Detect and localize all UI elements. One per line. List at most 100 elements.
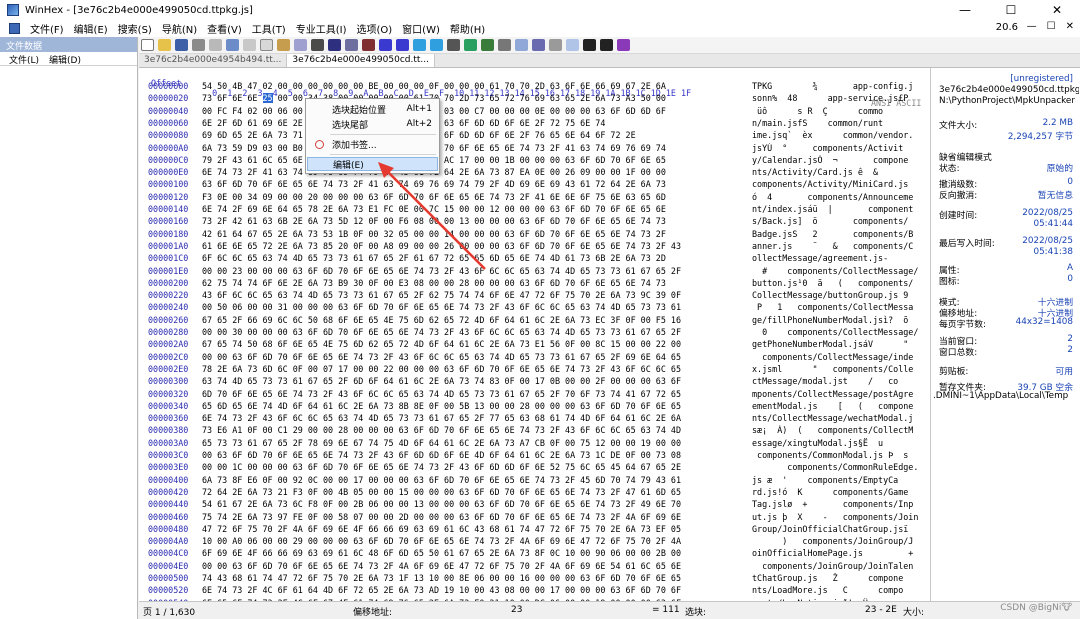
hex-row[interactable]: 00000320 6D 70 6F 6E 65 6E 74 73 2F 43 6F…	[139, 389, 930, 402]
hex-row[interactable]: 00000300 63 74 4D 65 73 73 61 67 65 2F 6D…	[139, 376, 930, 389]
hex-row[interactable]: 00000000 54 50 4B 47 02 00 00 00 00 00 00…	[139, 81, 930, 94]
menu-help[interactable]: 帮助(H)	[445, 21, 490, 36]
hex-row[interactable]: 00000240 00 50 06 00 00 31 00 00 00 63 6F…	[139, 302, 930, 315]
hex-row[interactable]: 00000480 47 72 6F 75 70 2F 4A 6F 69 6E 4F…	[139, 524, 930, 537]
row-hex-bytes[interactable]: 65 6D 65 6E 74 4D 6F 64 61 6C 2E 6A 73 8…	[202, 401, 681, 411]
hex-row[interactable]: 00000520 6E 74 73 2F 4C 6F 61 64 4D 6F 72…	[139, 585, 930, 598]
hex-row[interactable]: 000004E0 00 00 63 6F 6D 70 6F 6E 65 6E 74…	[139, 561, 930, 574]
hex-row[interactable]: 000000606E 2F 6D 61 69 6E 2E 6A 73 66 53…	[139, 118, 930, 131]
row-ascii[interactable]: ó 4 components/Announceme	[752, 192, 928, 202]
calculator-icon[interactable]	[481, 39, 494, 51]
row-ascii[interactable]: ge/fillPhoneNumberModal.jsì? õ	[752, 315, 928, 325]
row-ascii[interactable]: sæ¡ Á) ( components/CollectM	[752, 425, 928, 435]
row-hex-bytes[interactable]: 74 43 68 61 74 47 72 6F 75 70 2E 6A 73 1…	[202, 573, 681, 583]
hex-row[interactable]: 00000360 6E 74 73 2F 43 6F 6C 6C 65 63 74…	[139, 413, 930, 426]
view-grid-icon[interactable]	[566, 39, 579, 51]
row-ascii[interactable]: components/CollectMessage/inde	[752, 352, 928, 362]
row-ascii[interactable]: essage/xingtuModal.js§Ë u	[752, 438, 928, 448]
row-ascii[interactable]: üô s R Ç commo	[752, 106, 928, 116]
menu-item-edit[interactable]: 编辑(E)	[307, 157, 438, 171]
row-ascii[interactable]: ollectMessage/agreement.js-	[752, 253, 928, 263]
row-hex-bytes[interactable]: 78 2E 6A 73 6D 6C 0F 00 07 17 00 00 22 0…	[202, 364, 681, 374]
find-text-icon[interactable]	[311, 39, 324, 51]
row-ascii[interactable]: nts/LoadMore.js­ C compo	[752, 585, 928, 595]
hex-row[interactable]: 000001E0 00 00 23 00 00 00 63 6F 6D 70 6F…	[139, 266, 930, 279]
row-ascii[interactable]: Group/JoinOfficialChatGroup.jsï	[752, 524, 928, 534]
hex-row[interactable]: 00000140 6E 74 2F 69 6E 64 65 78 2E 6A 73…	[139, 204, 930, 217]
forward-icon[interactable]	[430, 39, 443, 51]
hex-row[interactable]: 00000020 73 6F 6E 6E 25 00 00 34 38 00 00…	[139, 93, 930, 106]
hex-row[interactable]: 00000260 67 65 2F 66 69 6C 6C 50 68 6F 6E…	[139, 315, 930, 328]
hex-row[interactable]: 000001A0 61 6E 6E 65 72 2E 6A 73 85 20 0F…	[139, 241, 930, 254]
hex-row[interactable]: 000003E0 00 00 1C 00 00 00 63 6F 6D 70 6F…	[139, 462, 930, 475]
hex-row[interactable]: 0000004000 FC F4 02 00 06 00 00 00 00 00…	[139, 106, 930, 119]
ram-editor-icon[interactable]	[464, 39, 477, 51]
row-hex-bytes[interactable]: 6F 6C 6C 65 63 74 4D 65 73 73 61 67 65 2…	[202, 253, 666, 263]
selected-bytes[interactable]: 25	[262, 93, 273, 104]
properties-icon[interactable]	[209, 39, 222, 51]
edit-mode-icon[interactable]	[617, 39, 630, 51]
row-hex-bytes[interactable]: 6E 74 73 2F 4C 6F 61 64 4D 6F 72 65 2E 6…	[202, 585, 681, 595]
row-ascii[interactable]: Badge.jsS 2 components/B	[752, 229, 928, 239]
row-ascii[interactable]: oinOfficialHomePage.js +	[752, 548, 928, 558]
hex-row[interactable]: 00000400 6A 73 8F E6 0F 00 92 0C 00 00 17…	[139, 475, 930, 488]
hex-row[interactable]: 00000280 00 00 30 00 00 00 63 6F 6D 70 6F…	[139, 327, 930, 340]
row-ascii[interactable]: ) components/JoinGroup/J	[752, 536, 928, 546]
menu-file[interactable]: 文件(F)	[25, 21, 69, 36]
hex-row[interactable]: 00000340 65 6D 65 6E 74 4D 6F 64 61 6C 2E…	[139, 401, 930, 414]
row-ascii[interactable]: components/CommonRuleEdge.	[752, 462, 928, 472]
menu-view[interactable]: 查看(V)	[202, 21, 247, 36]
menu-pro-tools[interactable]: 专业工具(I)	[291, 21, 352, 36]
row-ascii[interactable]: ut.js þ X - components/Join	[752, 512, 928, 522]
hex-row[interactable]: 000002E0 78 2E 6A 73 6D 6C 0F 00 07 17 00…	[139, 364, 930, 377]
menu-item-block-start[interactable]: 选块起始位置 Alt+1	[307, 102, 438, 116]
print-icon[interactable]	[192, 39, 205, 51]
hex-row[interactable]: 000000C079 2F 43 61 6C 65 6E 64 61 72 2E…	[139, 155, 930, 168]
hex-row[interactable]: 000002A0 67 65 74 50 68 6F 6E 65 4E 75 6D…	[139, 339, 930, 352]
hex-row[interactable]: 00000500 74 43 68 61 74 47 72 6F 75 70 2E…	[139, 573, 930, 586]
menu-options[interactable]: 选项(O)	[351, 21, 397, 36]
hash-icon[interactable]	[498, 39, 511, 51]
row-hex-bytes[interactable]: 43 6F 6C 6C 65 63 74 4D 65 73 73 61 67 6…	[202, 290, 681, 300]
maximize-button[interactable]: ☐	[988, 0, 1034, 20]
close-button[interactable]: ✕	[1034, 0, 1080, 20]
undo-icon[interactable]	[226, 39, 239, 51]
hex-row[interactable]: 00000420 72 64 2E 6A 73 21 F3 0F 00 4B 05…	[139, 487, 930, 500]
row-ascii[interactable]: ime.jsq` èx common/vendor.	[752, 130, 928, 140]
hex-row[interactable]: 00000460 75 74 2E 6A 73 97 FE 0F 00 58 07…	[139, 512, 930, 525]
row-hex-bytes[interactable]: 6A 73 8F E6 0F 00 92 0C 00 00 17 00 00 0…	[202, 475, 681, 485]
row-hex-bytes[interactable]: 47 72 6F 75 70 2F 4A 6F 69 6E 4F 66 66 6…	[202, 524, 681, 534]
doc-close-button[interactable]: ✕	[1066, 21, 1074, 32]
new-file-icon[interactable]	[141, 39, 154, 51]
row-hex-bytes[interactable]: 42 61 64 67 65 2E 6A 73 53 1B 0F 00 32 0…	[202, 229, 666, 239]
menu-window[interactable]: 窗口(W)	[397, 21, 445, 36]
row-hex-bytes[interactable]: 73 2F 42 61 63 6B 2E 6A 73 5D 12 0F 00 F…	[202, 216, 666, 226]
row-hex-bytes[interactable]: 62 75 74 74 6F 6E 2E 6A 73 B9 30 0F 00 E…	[202, 278, 666, 288]
row-hex-bytes[interactable]: 61 6E 6E 65 72 2E 6A 73 85 20 0F 00 A8 0…	[202, 241, 681, 251]
row-ascii[interactable]: n/main.jsfS common/runt	[752, 118, 928, 128]
hex-row[interactable]: 00000220 43 6F 6C 6C 65 63 74 4D 65 73 73…	[139, 290, 930, 303]
hex-row[interactable]: 000004A0 10 00 A0 06 00 00 29 00 00 00 63…	[139, 536, 930, 549]
disk-editor-icon[interactable]	[447, 39, 460, 51]
row-hex-bytes[interactable]: 00 00 63 6F 6D 70 6F 6E 65 6E 74 73 2F 4…	[202, 352, 681, 362]
options-icon[interactable]	[549, 39, 562, 51]
replace-hex-icon[interactable]	[362, 39, 375, 51]
row-hex-bytes[interactable]: 75 74 2E 6A 73 97 FE 0F 00 58 07 00 00 2…	[202, 512, 681, 522]
doc-restore-button[interactable]: ☐	[1047, 21, 1056, 32]
menu-edit[interactable]: 编辑(E)	[69, 21, 113, 36]
row-ascii[interactable]: 0 components/CollectMessage/	[752, 327, 928, 337]
row-hex-bytes[interactable]: 65 73 73 61 67 65 2F 78 69 6E 67 74 75 4…	[202, 438, 681, 448]
row-ascii[interactable]: nt/index.jsáü | component	[752, 204, 928, 214]
hex-row[interactable]: 000001C0 6F 6C 6C 65 63 74 4D 65 73 73 61…	[139, 253, 930, 266]
row-hex-bytes[interactable]: 00 00 1C 00 00 00 63 6F 6D 70 6F 6E 65 6…	[202, 462, 681, 472]
row-hex-bytes[interactable]: 63 6F 6D 70 6F 6E 65 6E 74 73 2F 41 63 7…	[202, 179, 666, 189]
goto-offset-icon[interactable]	[379, 39, 392, 51]
row-ascii[interactable]: nts/Activity/Card.js ê &	[752, 167, 928, 177]
row-hex-bytes[interactable]: 00 00 30 00 00 00 63 6F 6D 70 6F 6E 65 6…	[202, 327, 681, 337]
row-ascii[interactable]: components/CommonModal.js Þ s	[752, 450, 928, 460]
hex-row[interactable]: 000003C0 00 63 6F 6D 70 6F 6E 65 6E 74 73…	[139, 450, 930, 463]
menu-navigate[interactable]: 导航(N)	[157, 21, 202, 36]
menu-tools[interactable]: 工具(T)	[247, 21, 291, 36]
menu-item-block-end[interactable]: 选块尾部 Alt+2	[307, 117, 438, 131]
hex-row[interactable]: 00000180 42 61 64 67 65 2E 6A 73 53 1B 0F…	[139, 229, 930, 242]
